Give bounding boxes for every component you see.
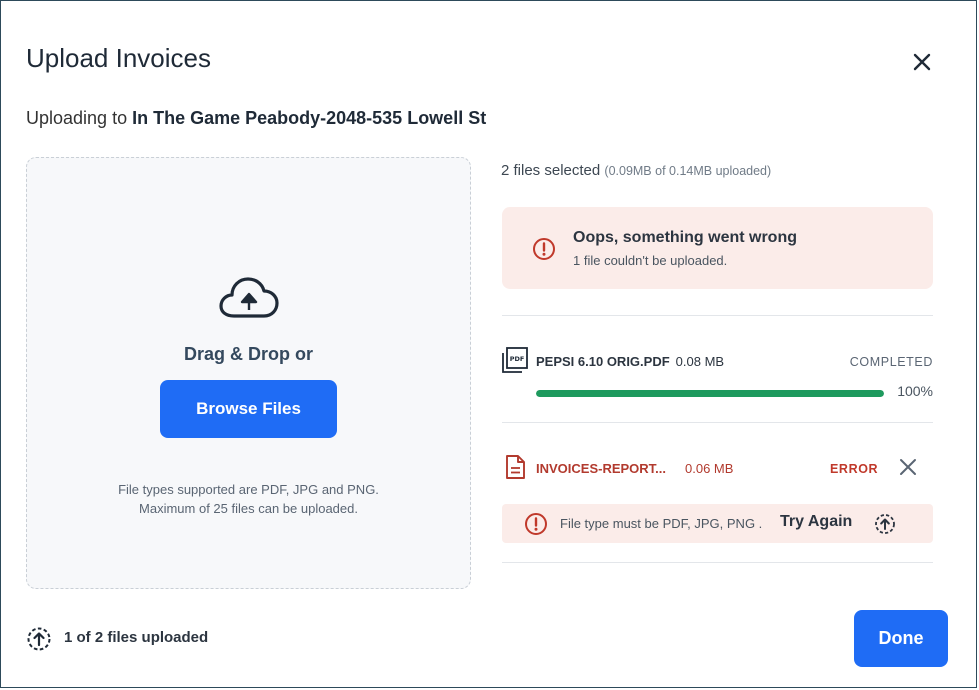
file-size: 0.08 MB [675, 354, 725, 369]
close-button[interactable] [907, 47, 937, 77]
dialog-title: Upload Invoices [26, 43, 211, 73]
svg-text:PDF: PDF [510, 355, 525, 363]
divider [502, 422, 933, 423]
file-type-hint: File types supported are PDF, JPG and PN… [27, 480, 470, 518]
alert-circle-icon [525, 513, 547, 535]
close-icon [900, 459, 916, 475]
progress-fill [536, 390, 884, 397]
file-name-text: PEPSI 6.10 ORIG.PDF [536, 354, 670, 369]
hint-line-types: File types supported are PDF, JPG and PN… [118, 482, 379, 497]
progress-percent: 100% [897, 383, 933, 399]
file-error-message: File type must be PDF, JPG, PNG . [560, 516, 763, 531]
file-error-box: File type must be PDF, JPG, PNG . Try Ag… [502, 504, 933, 543]
file-row-error: INVOICES-REPORT... 0.06 MB ERROR [502, 454, 933, 484]
destination-name: In The Game Peabody-2048-535 Lowell St [132, 108, 487, 128]
progress-bar [536, 390, 884, 397]
pdf-file-icon: PDF [502, 347, 528, 373]
alert-title: Oops, something went wrong [573, 229, 797, 246]
done-button[interactable]: Done [854, 610, 948, 667]
upload-count-status: 1 of 2 files uploaded [64, 629, 209, 646]
retry-upload-icon[interactable] [874, 513, 896, 535]
alert-circle-icon [533, 238, 555, 260]
file-name: INVOICES-REPORT... [536, 461, 667, 476]
error-alert: Oops, something went wrong 1 file couldn… [502, 207, 933, 289]
remove-file-button[interactable] [898, 457, 918, 477]
hint-line-max: Maximum of 25 files can be uploaded. [139, 501, 358, 516]
status-badge: COMPLETED [849, 355, 933, 369]
drag-drop-label: Drag & Drop or [183, 344, 313, 364]
upload-invoices-dialog: Upload Invoices Uploading to In The Game… [0, 0, 977, 688]
document-icon [506, 455, 525, 479]
divider [502, 562, 933, 563]
file-drop-zone[interactable]: Drag & Drop or Browse Files File types s… [26, 157, 471, 589]
file-row-completed: PDF PEPSI 6.10 ORIG.PDF 0.08 MB COMPLETED… [502, 347, 933, 407]
close-icon [913, 53, 931, 71]
upload-size-detail: (0.09MB of 0.14MB uploaded) [604, 164, 772, 178]
divider [502, 315, 933, 316]
files-selected-count: 2 files selected [501, 162, 601, 179]
status-badge: ERROR [830, 462, 879, 476]
alert-message: 1 file couldn't be uploaded. [573, 253, 728, 268]
cloud-upload-icon [219, 277, 279, 318]
files-selected-summary: 2 files selected (0.09MB of 0.14MB uploa… [501, 162, 771, 179]
file-name: PEPSI 6.10 ORIG.PDF 0.08 MB [536, 354, 724, 369]
try-again-button[interactable]: Try Again [780, 513, 852, 531]
file-size: 0.06 MB [685, 461, 734, 476]
browse-files-button[interactable]: Browse Files [160, 380, 337, 438]
upload-destination: Uploading to In The Game Peabody-2048-53… [26, 108, 486, 129]
destination-prefix: Uploading to [26, 108, 133, 128]
upload-progress-icon [27, 627, 51, 651]
